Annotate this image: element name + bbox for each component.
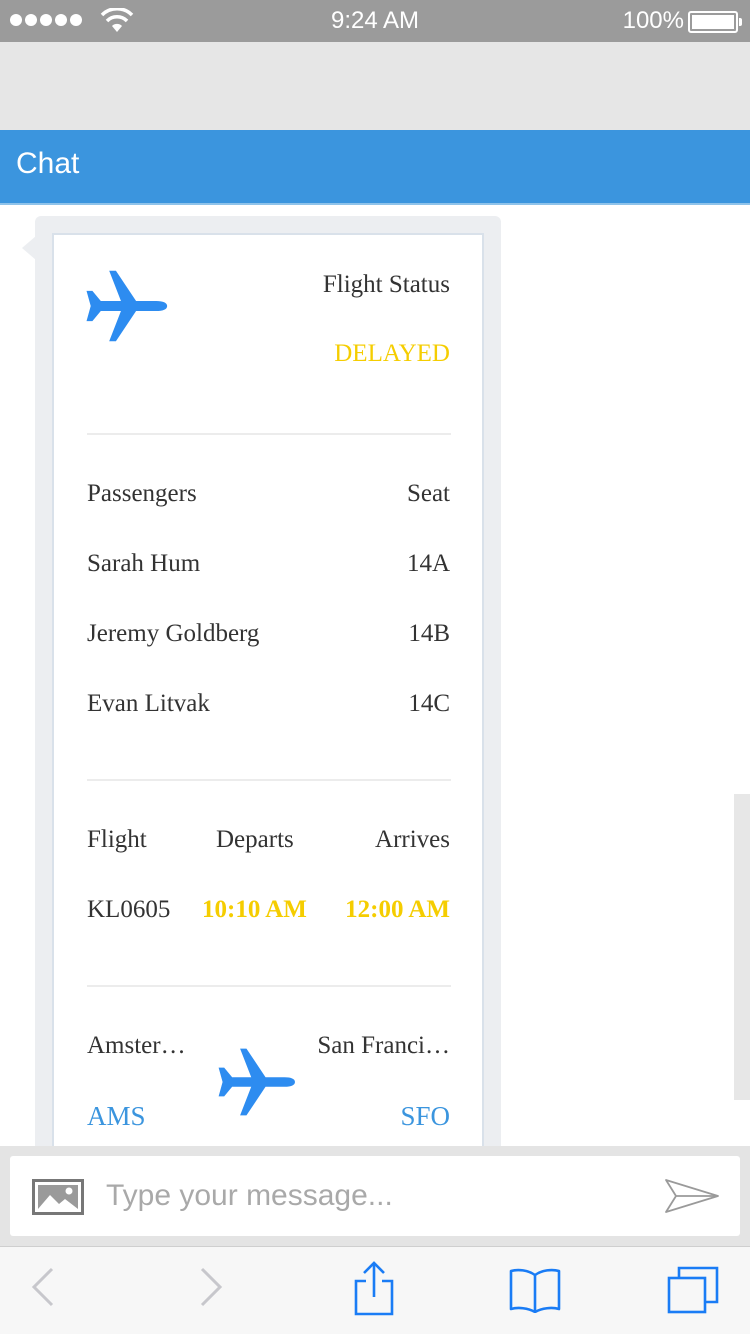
origin-city: Amster… <box>87 1032 186 1059</box>
arrives-header: Arrives <box>375 826 450 853</box>
header-title: Chat <box>16 147 80 180</box>
chat-header: Chat <box>0 130 750 205</box>
destination-code: SFO <box>400 1101 450 1131</box>
flight-card[interactable]: Flight Status DELAYED Passengers Seat Sa… <box>52 233 484 1146</box>
composer-box <box>10 1156 740 1236</box>
passenger-seat: 14C <box>408 690 450 717</box>
passenger-name: Evan Litvak <box>87 690 210 717</box>
image-icon[interactable] <box>32 1179 84 1215</box>
origin-code: AMS <box>87 1101 146 1131</box>
browser-address-area <box>0 42 750 130</box>
composer-bar <box>0 1146 750 1246</box>
departs-time: 10:10 AM <box>202 896 307 923</box>
book-icon[interactable] <box>508 1267 562 1313</box>
passenger-name: Sarah Hum <box>87 550 201 577</box>
send-icon[interactable] <box>664 1176 720 1216</box>
message-bubble: Flight Status DELAYED Passengers Seat Sa… <box>35 216 501 1146</box>
battery-icon <box>688 11 742 33</box>
passenger-name: Jeremy Goldberg <box>87 620 260 647</box>
divider <box>87 985 451 987</box>
passenger-seat: 14A <box>406 550 450 577</box>
bubble-tail <box>22 236 36 260</box>
passenger-seat: 14B <box>408 620 450 647</box>
airplane-icon <box>86 270 168 342</box>
tabs-icon[interactable] <box>666 1265 720 1315</box>
route-airplane-icon <box>218 1048 295 1116</box>
scrollbar[interactable] <box>734 794 750 1100</box>
departs-header: Departs <box>216 826 294 853</box>
message-input[interactable] <box>106 1170 646 1222</box>
browser-toolbar <box>0 1246 750 1334</box>
share-icon[interactable] <box>352 1261 396 1317</box>
battery-percentage: 100% <box>622 7 684 34</box>
flight-header: Flight <box>87 826 147 853</box>
passengers-header: Passengers <box>87 480 197 507</box>
status-bar: 9:24 AM 100% <box>0 0 750 42</box>
arrives-time: 12:00 AM <box>345 896 450 923</box>
divider <box>87 779 451 781</box>
message-list[interactable]: Flight Status DELAYED Passengers Seat Sa… <box>0 206 750 1146</box>
chevron-left-icon[interactable] <box>30 1265 56 1309</box>
divider <box>87 433 451 435</box>
flight-status-value: DELAYED <box>334 340 450 367</box>
seat-header: Seat <box>406 480 450 507</box>
flight-number: KL0605 <box>87 896 171 923</box>
chevron-right-icon[interactable] <box>198 1265 224 1309</box>
destination-city: San Franci… <box>317 1032 450 1059</box>
flight-status-label: Flight Status <box>322 271 450 298</box>
